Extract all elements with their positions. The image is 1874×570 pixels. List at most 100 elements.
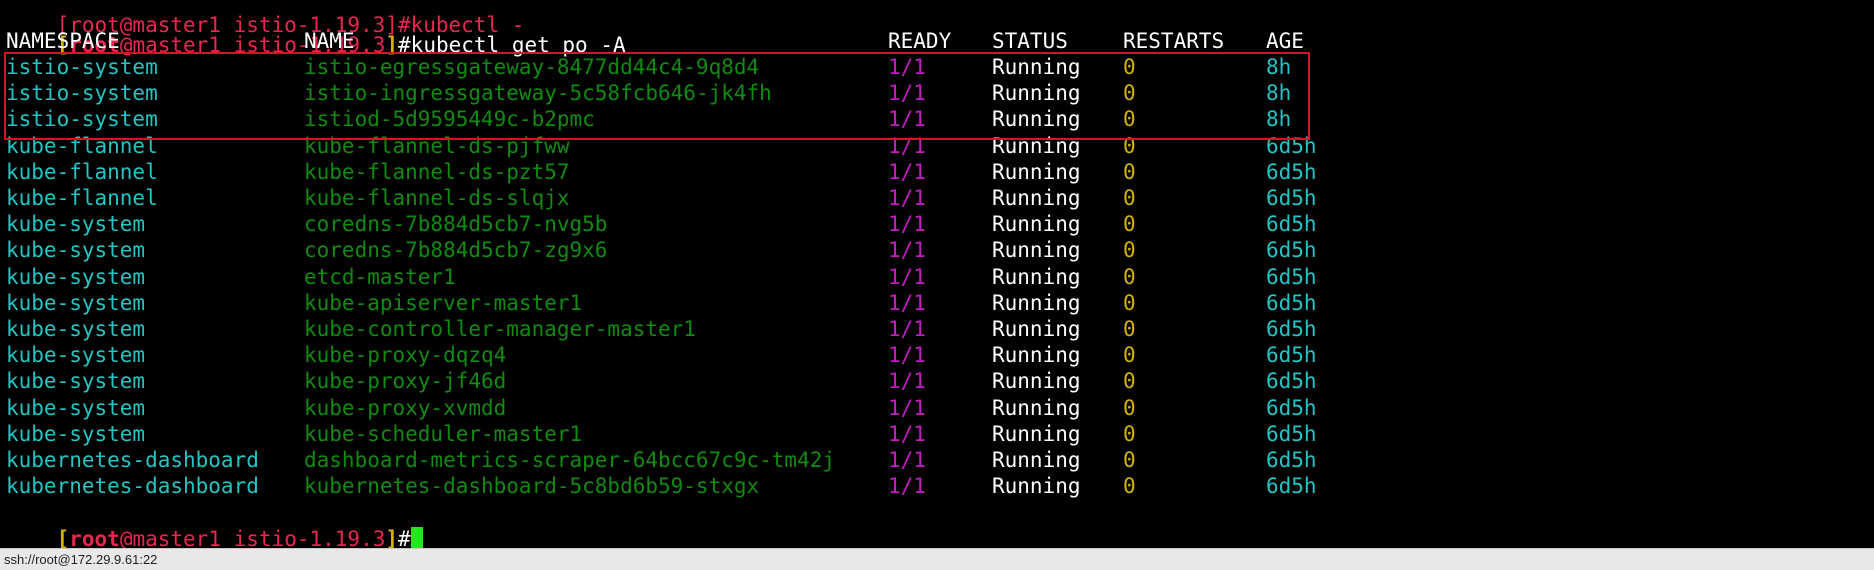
age-cell: 6d5h [1266, 369, 1317, 394]
namespace-cell: kube-system [6, 395, 146, 420]
namespace-cell: kube-system [6, 343, 146, 368]
namespace-cell: kube-system [6, 290, 146, 315]
prompt-at: @ [119, 527, 133, 548]
ready-cell: 1/1 [888, 264, 926, 289]
namespace-cell: kubernetes-dashboard [6, 474, 259, 499]
table-row: kube-system kube-proxy-jf46d 1/1 Running 0 6d… [6, 368, 1866, 394]
pod-name-cell: kube-scheduler-master1 [304, 421, 583, 446]
age-cell: 6d5h [1266, 317, 1317, 341]
restarts-cell: 0 [1123, 343, 1136, 368]
prompt-host: master1 [132, 527, 221, 548]
text-cursor[interactable] [410, 527, 423, 548]
active-prompt-line[interactable]: [root@master1 istio-1.19.3]# [6, 500, 423, 548]
status-cell: Running [992, 369, 1081, 394]
pod-name-cell: kube-flannel-ds-slqjx [304, 186, 570, 210]
pod-name-cell: kube-proxy-xvmdd [304, 395, 507, 420]
status-bar: ssh://root@172.29.9.61:22 [0, 548, 1874, 570]
table-row: kube-system coredns-7b884d5cb7-zg9x6 1/1 Ru… [6, 237, 1866, 263]
pod-name-cell: kube-proxy-jf46d [304, 369, 507, 394]
pod-name-cell: kube-controller-manager-master1 [304, 317, 696, 341]
prompt-open-bracket: [ [56, 527, 70, 548]
header-restarts: RESTARTS [1123, 29, 1225, 53]
age-cell: 6d5h [1266, 159, 1317, 184]
status-cell: Running [992, 186, 1081, 210]
status-cell: Running [992, 212, 1081, 237]
pod-name-cell: coredns-7b884d5cb7-zg9x6 [304, 238, 608, 263]
header-ready: READY [888, 29, 952, 53]
age-cell: 6d5h [1266, 290, 1317, 315]
namespace-cell: kube-system [6, 212, 146, 237]
status-cell: Running [992, 448, 1081, 472]
pod-name-cell: kubernetes-dashboard-5c8bd6b59-stxgx [304, 474, 760, 499]
restarts-cell: 0 [1123, 264, 1136, 289]
age-cell: 6d5h [1266, 238, 1317, 263]
ready-cell: 1/1 [888, 369, 926, 394]
ready-cell: 1/1 [888, 186, 926, 210]
ready-cell: 1/1 [888, 474, 926, 499]
table-header: NAMESPACE NAME READY STATUS RESTARTS AGE [6, 28, 1866, 54]
namespace-cell: kube-flannel [6, 186, 158, 210]
table-row: kube-system etcd-master1 1/1 Running 0 6d5h [6, 264, 1866, 290]
namespace-cell: kube-system [6, 317, 146, 341]
table-row: kube-system kube-controller-manager-maste… [6, 316, 1866, 342]
ready-cell: 1/1 [888, 159, 926, 184]
namespace-cell: kube-system [6, 421, 146, 446]
status-cell: Running [992, 343, 1081, 368]
namespace-cell: kube-system [6, 264, 146, 289]
age-cell: 6d5h [1266, 343, 1317, 368]
table-row: kube-system kube-proxy-dqzq4 1/1 Running 0 6d… [6, 342, 1866, 368]
age-cell: 6d5h [1266, 421, 1317, 446]
pod-name-cell: kube-apiserver-master1 [304, 290, 583, 315]
restarts-cell: 0 [1123, 186, 1136, 210]
status-cell: Running [992, 264, 1081, 289]
age-cell: 6d5h [1266, 448, 1317, 472]
restarts-cell: 0 [1123, 159, 1136, 184]
restarts-cell: 0 [1123, 317, 1136, 341]
pod-name-cell: kube-flannel-ds-pzt57 [304, 159, 570, 184]
ready-cell: 1/1 [888, 212, 926, 237]
age-cell: 6d5h [1266, 186, 1317, 210]
header-name: NAME [304, 29, 355, 53]
status-cell: Running [992, 395, 1081, 420]
ready-cell: 1/1 [888, 290, 926, 315]
status-cell: Running [992, 474, 1081, 499]
restarts-cell: 0 [1123, 421, 1136, 446]
table-row: kubernetes-dashboard dashboard-metrics-sc… [6, 447, 1866, 473]
namespace-cell: kube-system [6, 238, 146, 263]
ready-cell: 1/1 [888, 238, 926, 263]
namespace-cell: kubernetes-dashboard [6, 448, 259, 472]
header-age: AGE [1266, 29, 1304, 53]
ready-cell: 1/1 [888, 448, 926, 472]
age-cell: 6d5h [1266, 212, 1317, 237]
connection-address: ssh://root@172.29.9.61:22 [4, 552, 158, 567]
prompt-user: root [69, 527, 120, 548]
age-cell: 6d5h [1266, 264, 1317, 289]
prompt-dir: istio-1.19.3 [233, 527, 386, 548]
table-row: kubernetes-dashboard kubernetes-dashboard… [6, 473, 1866, 499]
ready-cell: 1/1 [888, 395, 926, 420]
restarts-cell: 0 [1123, 369, 1136, 394]
status-cell: Running [992, 238, 1081, 263]
restarts-cell: 0 [1123, 212, 1136, 237]
restarts-cell: 0 [1123, 448, 1136, 472]
terminal-window[interactable]: [root@master1 istio-1.19.3]#kubectl - [r… [0, 0, 1874, 548]
prompt-close-bracket: ] [385, 527, 399, 548]
istio-rows-highlight-box [4, 52, 1310, 140]
namespace-cell: kube-flannel [6, 159, 158, 184]
status-cell: Running [992, 159, 1081, 184]
restarts-cell: 0 [1123, 290, 1136, 315]
table-row: kube-system coredns-7b884d5cb7-nvg5b 1/1 Ru… [6, 211, 1866, 237]
pod-name-cell: dashboard-metrics-scraper-64bcc67c9c-tm4… [304, 448, 836, 472]
ready-cell: 1/1 [888, 317, 926, 341]
restarts-cell: 0 [1123, 474, 1136, 499]
status-cell: Running [992, 317, 1081, 341]
pod-name-cell: kube-proxy-dqzq4 [304, 343, 507, 368]
ready-cell: 1/1 [888, 421, 926, 446]
ready-cell: 1/1 [888, 343, 926, 368]
status-cell: Running [992, 290, 1081, 315]
table-row: kube-system kube-apiserver-master1 1/1 Runn… [6, 290, 1866, 316]
pod-name-cell: coredns-7b884d5cb7-nvg5b [304, 212, 608, 237]
header-status: STATUS [992, 29, 1068, 53]
status-cell: Running [992, 421, 1081, 446]
namespace-cell: kube-system [6, 369, 146, 394]
